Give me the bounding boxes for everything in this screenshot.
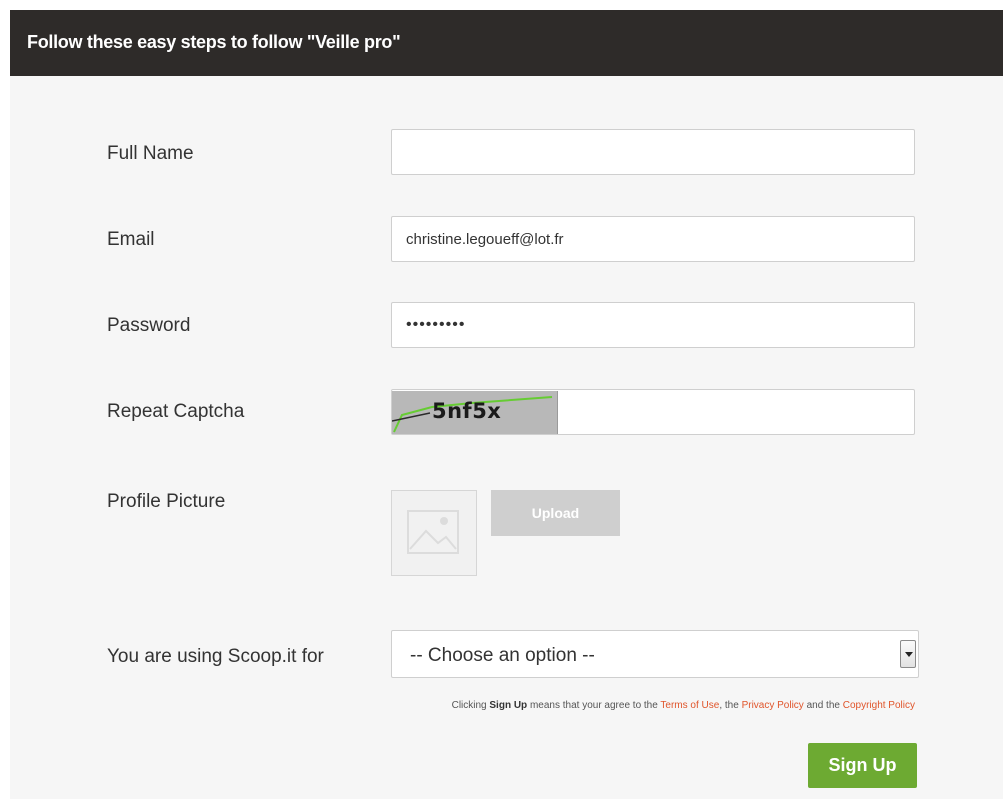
terms-middle: means that your agree to the: [527, 700, 661, 711]
usage-select-value: -- Choose an option --: [410, 645, 595, 666]
terms-action: Sign Up: [489, 700, 528, 711]
profile-picture-label: Profile Picture: [107, 491, 226, 512]
terms-sep1: , the: [719, 700, 742, 711]
captcha-label: Repeat Captcha: [107, 401, 245, 422]
terms-of-use-link[interactable]: Terms of Use: [660, 700, 719, 711]
privacy-policy-link[interactable]: Privacy Policy: [742, 700, 804, 711]
email-input[interactable]: [391, 216, 915, 262]
signup-panel: Follow these easy steps to follow "Veill…: [10, 10, 1003, 799]
email-label: Email: [107, 229, 155, 250]
panel-header: Follow these easy steps to follow "Veill…: [10, 10, 1003, 76]
usage-select[interactable]: -- Choose an option --: [391, 630, 919, 678]
captcha-text: 5nf5x: [432, 399, 502, 423]
password-label: Password: [107, 315, 191, 336]
image-placeholder-icon: [407, 510, 459, 554]
full-name-label: Full Name: [107, 143, 194, 164]
terms-sep2: and the: [803, 700, 843, 711]
password-input[interactable]: [391, 302, 915, 348]
usage-label: You are using Scoop.it for: [107, 646, 324, 667]
upload-button[interactable]: Upload: [491, 490, 620, 536]
terms-notice: Clicking Sign Up means that your agree t…: [310, 700, 915, 711]
captcha-image: 5nf5x: [392, 391, 558, 434]
full-name-input[interactable]: [391, 129, 915, 175]
page-title: Follow these easy steps to follow "Veill…: [27, 32, 401, 52]
chevron-down-icon[interactable]: [900, 640, 916, 668]
sign-up-button[interactable]: Sign Up: [808, 743, 917, 788]
copyright-policy-link[interactable]: Copyright Policy: [843, 700, 915, 711]
profile-picture-preview[interactable]: [391, 490, 477, 576]
terms-prefix: Clicking: [451, 700, 490, 711]
